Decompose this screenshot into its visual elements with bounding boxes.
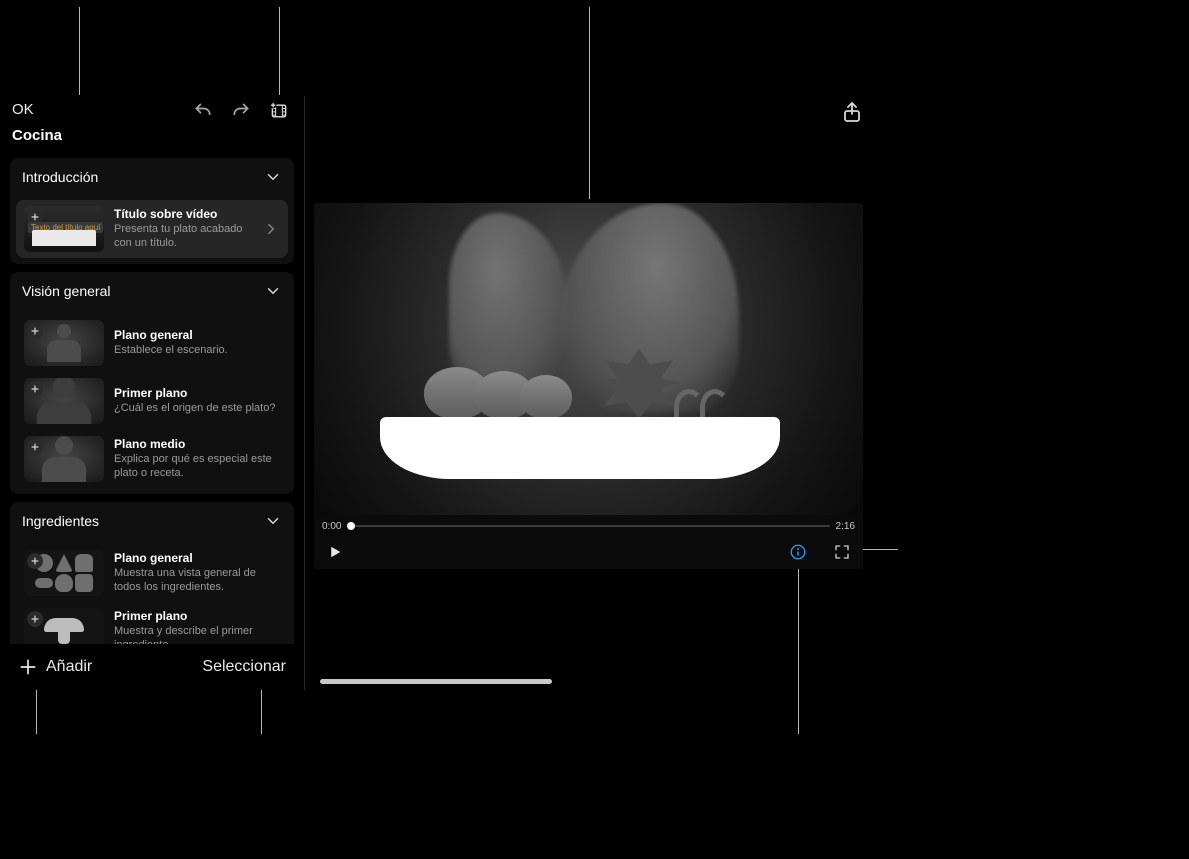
shot-item[interactable]: Plano medio Explica por qué es especial … (16, 430, 288, 488)
section-vision-general: Visión general Plano general Establece e… (10, 272, 294, 494)
plus-icon (30, 556, 40, 566)
app-root: OK Cocina Introducción Texto del tí (0, 0, 1189, 859)
play-button[interactable] (326, 543, 344, 566)
shot-item[interactable]: Plano general Establece el escenario. (16, 314, 288, 372)
shot-thumbnail (24, 436, 104, 482)
play-icon (326, 543, 344, 561)
plus-icon (18, 657, 38, 677)
closeup-silhouette-icon (37, 378, 91, 424)
shot-item[interactable]: Primer plano ¿Cuál es el origen de este … (16, 372, 288, 430)
add-media-badge[interactable] (27, 553, 43, 569)
plus-icon (30, 326, 40, 336)
section-title: Visión general (22, 283, 110, 299)
plus-icon (30, 212, 40, 222)
panel-divider (304, 96, 305, 690)
section-header[interactable]: Visión general (10, 272, 294, 310)
ok-button[interactable]: OK (12, 101, 292, 118)
shot-item[interactable]: Plano general Muestra una vista general … (16, 544, 288, 602)
shot-description: Establece el escenario. (114, 344, 280, 358)
info-button[interactable] (789, 543, 833, 566)
thumb-caption: Texto del título aquí (28, 222, 103, 233)
shot-title: Plano general (114, 328, 280, 342)
shot-meta: Plano medio Explica por qué es especial … (114, 437, 280, 481)
share-button[interactable] (840, 100, 864, 124)
food-illustration (594, 349, 684, 419)
add-media-badge[interactable] (27, 439, 43, 455)
chevron-right-icon (262, 220, 280, 238)
add-media-badge[interactable] (27, 611, 43, 627)
section-body: Texto del título aquí Título sobre vídeo… (10, 196, 294, 264)
section-title: Ingredientes (22, 513, 99, 529)
shot-thumbnail (24, 550, 104, 596)
callout-line (858, 549, 898, 550)
scrubber-track[interactable] (347, 525, 829, 527)
share-icon (840, 100, 864, 124)
fullscreen-icon (833, 543, 851, 561)
preview-viewer: 0:00 2:16 (314, 203, 863, 569)
shot-thumbnail: Texto del título aquí (24, 206, 104, 252)
plus-icon (30, 442, 40, 452)
medium-silhouette-icon (42, 436, 86, 482)
section-header[interactable]: Introducción (10, 158, 294, 196)
section-header[interactable]: Ingredientes (10, 502, 294, 540)
chevron-down-icon (264, 168, 282, 186)
shot-meta: Primer plano ¿Cuál es el origen de este … (114, 386, 280, 416)
viewer-controls (314, 539, 863, 569)
shot-meta: Título sobre vídeo Presenta tu plato aca… (114, 207, 252, 251)
timeline-scrubber[interactable]: 0:00 2:16 (314, 517, 863, 535)
shot-title: Plano general (114, 551, 280, 565)
shot-title: Título sobre vídeo (114, 207, 252, 221)
info-icon (789, 543, 807, 561)
mushroom-icon (44, 618, 84, 644)
callout-line (79, 7, 80, 95)
section-title: Introducción (22, 169, 98, 185)
food-illustration (424, 369, 564, 419)
shot-description: ¿Cuál es el origen de este plato? (114, 402, 280, 416)
callout-line (798, 560, 799, 734)
section-introduccion: Introducción Texto del título aquí Títul… (10, 158, 294, 264)
time-current: 0:00 (322, 521, 341, 532)
shot-title: Primer plano (114, 609, 280, 623)
select-button[interactable]: Seleccionar (202, 658, 286, 676)
time-total: 2:16 (836, 521, 855, 532)
home-indicator (320, 679, 552, 684)
shot-item[interactable]: Texto del título aquí Título sobre vídeo… (16, 200, 288, 258)
shot-meta: Plano general Establece el escenario. (114, 328, 280, 358)
shot-list-sidebar: OK Cocina Introducción Texto del tí (0, 96, 304, 690)
chevron-down-icon (264, 282, 282, 300)
section-body: Plano general Establece el escenario. Pr… (10, 310, 294, 494)
shot-description: Explica por qué es especial este plato o… (114, 453, 280, 481)
shot-description: Presenta tu plato acabado con un título. (114, 223, 252, 251)
scrubber-playhead[interactable] (347, 522, 355, 530)
sidebar-footer: Añadir Seleccionar (0, 644, 304, 690)
shot-meta: Plano general Muestra una vista general … (114, 551, 280, 595)
sections-container: Introducción Texto del título aquí Títul… (0, 158, 304, 690)
food-illustration (674, 383, 744, 419)
plus-icon (30, 614, 40, 624)
shot-description: Muestra una vista general de todos los i… (114, 567, 280, 595)
shot-thumbnail (24, 378, 104, 424)
add-button-label: Añadir (46, 658, 92, 676)
fullscreen-button[interactable] (833, 543, 851, 566)
bowl-illustration (380, 417, 780, 479)
add-media-badge[interactable] (27, 323, 43, 339)
callout-line (589, 7, 590, 199)
wide-silhouette-icon (47, 324, 81, 366)
preview-canvas[interactable] (314, 203, 863, 515)
callout-line (279, 7, 280, 95)
shot-title: Primer plano (114, 386, 280, 400)
shot-thumbnail (24, 320, 104, 366)
sidebar-header: OK Cocina (0, 96, 304, 144)
shot-title: Plano medio (114, 437, 280, 451)
chevron-down-icon (264, 512, 282, 530)
project-title: Cocina (12, 127, 292, 144)
add-button[interactable]: Añadir (18, 657, 92, 677)
